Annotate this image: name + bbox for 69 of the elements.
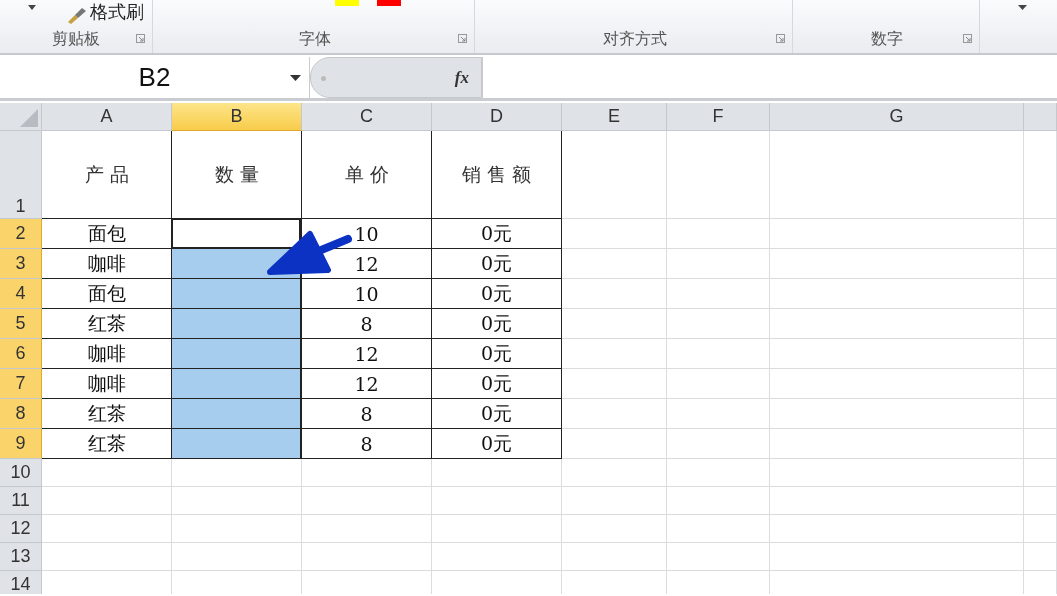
table-cell xyxy=(1024,309,1057,339)
table-cell xyxy=(1024,369,1057,399)
row-header[interactable]: 8 xyxy=(0,399,42,429)
column-header[interactable]: A xyxy=(42,103,172,131)
row-header[interactable]: 9 xyxy=(0,429,42,459)
format-painter-label[interactable]: 格式刷 xyxy=(90,0,144,24)
table-cell: 12 xyxy=(302,369,432,399)
handle-icon[interactable] xyxy=(321,76,326,81)
dialog-launcher-icon[interactable] xyxy=(776,34,785,43)
table-cell: 8 xyxy=(302,399,432,429)
dropdown-caret-icon[interactable] xyxy=(290,75,301,81)
table-cell: 0元 xyxy=(432,369,562,399)
caret-icon[interactable] xyxy=(28,5,36,10)
column-header[interactable]: B xyxy=(172,103,302,131)
table-cell: 8 xyxy=(302,429,432,459)
table-cell: 0元 xyxy=(432,399,562,429)
table-cell: 12 xyxy=(302,339,432,369)
table-cell xyxy=(1024,399,1057,429)
row-header[interactable]: 4 xyxy=(0,279,42,309)
table-cell: 8 xyxy=(302,309,432,339)
table-cell xyxy=(1024,487,1057,515)
group-label: 对齐方式 xyxy=(602,29,667,49)
font-color-icon[interactable] xyxy=(377,0,401,6)
row-header[interactable]: 6 xyxy=(0,339,42,369)
table-cell xyxy=(1024,339,1057,369)
column-header[interactable]: E xyxy=(562,103,667,131)
table-cell: 产品 xyxy=(42,131,172,219)
row-header[interactable]: 2 xyxy=(0,219,42,249)
dialog-launcher-icon[interactable] xyxy=(136,34,145,43)
row-header[interactable]: 12 xyxy=(0,515,42,543)
table-cell: 0元 xyxy=(432,429,562,459)
caret-icon[interactable] xyxy=(1018,5,1027,10)
table-cell: 0元 xyxy=(432,279,562,309)
row-header[interactable]: 11 xyxy=(0,487,42,515)
table-cell: 0元 xyxy=(432,339,562,369)
column-header[interactable]: C xyxy=(302,103,432,131)
row-header[interactable]: 14 xyxy=(0,571,42,594)
table-cell: 销售额 xyxy=(432,131,562,219)
column-header[interactable]: D xyxy=(432,103,562,131)
column-header[interactable]: G xyxy=(770,103,1024,131)
table-cell xyxy=(1024,249,1057,279)
table-cell xyxy=(1024,219,1057,249)
row-header[interactable]: 13 xyxy=(0,543,42,571)
group-label: 数字 xyxy=(871,29,903,49)
dialog-launcher-icon[interactable] xyxy=(963,34,972,43)
row-header[interactable]: 3 xyxy=(0,249,42,279)
column-header[interactable]: F xyxy=(667,103,770,131)
table-cell: 0元 xyxy=(432,309,562,339)
row-header[interactable]: 1 xyxy=(0,131,42,219)
insert-function-button[interactable]: fx xyxy=(454,67,469,88)
table-cell: 0元 xyxy=(432,249,562,279)
row-header[interactable]: 7 xyxy=(0,369,42,399)
table-cell: 0元 xyxy=(432,219,562,249)
name-box[interactable]: B2 xyxy=(0,57,310,98)
table-cell xyxy=(1024,543,1057,571)
dialog-launcher-icon[interactable] xyxy=(458,34,467,43)
row-header[interactable]: 10 xyxy=(0,459,42,487)
row-header[interactable]: 5 xyxy=(0,309,42,339)
table-cell xyxy=(1024,459,1057,487)
brush-icon xyxy=(66,8,88,24)
group-label: 剪贴板 xyxy=(52,29,100,49)
table-cell xyxy=(1024,279,1057,309)
highlight-color-icon[interactable] xyxy=(335,0,359,6)
table-cell: 单价 xyxy=(302,131,432,219)
table-cell xyxy=(1024,429,1057,459)
table-cell: 10 xyxy=(302,279,432,309)
table-cell xyxy=(1024,515,1057,543)
group-label: 字体 xyxy=(298,29,331,49)
select-all-icon xyxy=(20,109,38,127)
